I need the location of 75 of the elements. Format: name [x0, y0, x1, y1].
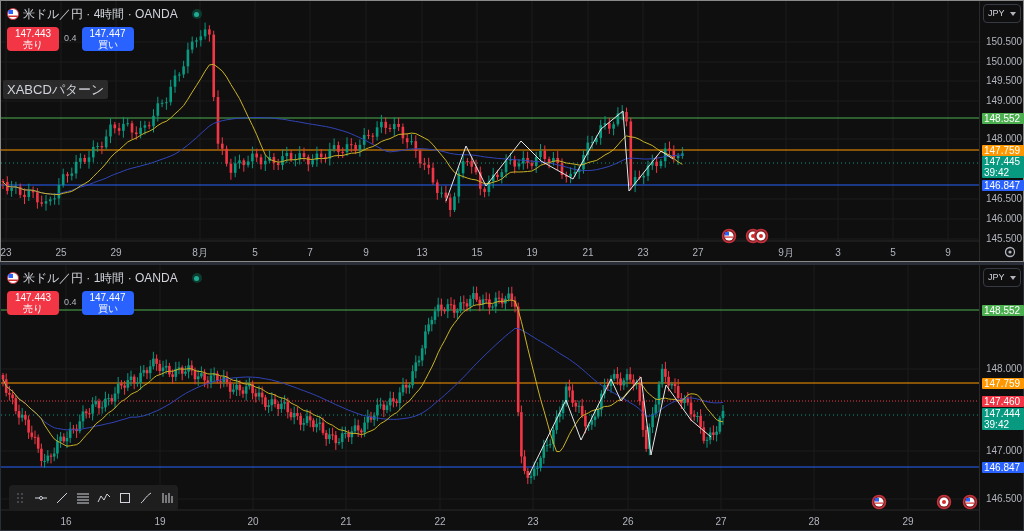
flag-icon — [7, 272, 19, 284]
time-label: 21 — [582, 246, 594, 260]
sell-button[interactable]: 147.443 売り — [7, 27, 59, 51]
countdown-timer: 39:42 — [984, 419, 1011, 430]
settings-icon[interactable] — [1004, 246, 1016, 258]
time-label: 21 — [340, 515, 352, 529]
spread-value: 0.4 — [64, 32, 77, 46]
trend-line-icon[interactable] — [55, 491, 69, 505]
time-label: 20 — [247, 515, 259, 529]
countdown-timer: 39:42 — [984, 167, 1011, 178]
time-label: 15 — [471, 246, 483, 260]
time-label: 13 — [416, 246, 428, 260]
flag-icon — [871, 494, 887, 510]
time-label: 22 — [434, 515, 446, 529]
price-label: 146.500 — [986, 493, 1023, 505]
time-label: 19 — [154, 515, 166, 529]
time-label: 9 — [363, 246, 369, 260]
time-label: 5 — [252, 246, 258, 260]
price-tag: 147.759 — [982, 145, 1024, 156]
price-label: 150.500 — [986, 36, 1023, 48]
time-label: 25 — [55, 246, 67, 260]
price-label: 146.500 — [986, 193, 1023, 205]
price-label: 146.000 — [986, 213, 1023, 225]
time-label: 23 — [0, 246, 12, 260]
current-price: 147.444 — [984, 408, 1022, 419]
caret-icon — [1010, 275, 1016, 280]
time-label: 5 — [890, 246, 896, 260]
price-label: 148.000 — [986, 363, 1023, 375]
time-label: 8月 — [192, 246, 208, 260]
price-label: 150.000 — [986, 56, 1023, 68]
price-tag: 148.552 — [982, 113, 1024, 124]
parallel-lines-icon[interactable] — [76, 491, 90, 505]
flag-icon — [7, 8, 19, 20]
target-icon — [753, 228, 769, 244]
pattern-icon[interactable] — [97, 491, 111, 505]
time-label: 26 — [622, 515, 634, 529]
target-icon — [936, 494, 952, 510]
currency-dropdown[interactable]: JPY — [983, 268, 1021, 287]
price-tag: 146.847 — [982, 462, 1024, 473]
time-label: 27 — [692, 246, 704, 260]
price-label: 149.000 — [986, 95, 1023, 107]
time-label: 19 — [526, 246, 538, 260]
time-label: 3 — [835, 246, 841, 260]
rectangle-icon[interactable] — [118, 491, 132, 505]
time-label: 23 — [637, 246, 649, 260]
price-label: 145.500 — [986, 233, 1023, 245]
time-label: 9 — [945, 246, 951, 260]
caret-icon — [1010, 11, 1016, 16]
price-tag: 147.759 — [982, 378, 1024, 389]
time-label: 23 — [527, 515, 539, 529]
price-tag: 146.847 — [982, 180, 1024, 191]
time-label: 7 — [307, 246, 313, 260]
indicator-bars-icon[interactable] — [160, 491, 174, 505]
time-label: 27 — [715, 515, 727, 529]
price-tag: 147.460 — [982, 396, 1024, 407]
time-label: 29 — [902, 515, 914, 529]
current-price: 147.445 — [984, 156, 1022, 167]
buy-button[interactable]: 147.447 買い — [81, 291, 134, 315]
buy-button[interactable]: 147.447 買い — [81, 27, 134, 51]
time-label: 28 — [808, 515, 820, 529]
flag-icon — [721, 228, 737, 244]
chart-title: 米ドル／円 · 4時間 · OANDA — [23, 6, 178, 23]
sell-button[interactable]: 147.443 売り — [7, 291, 59, 315]
price-label: 148.000 — [986, 133, 1023, 145]
time-label: 9月 — [778, 246, 794, 260]
currency-dropdown[interactable]: JPY — [983, 4, 1021, 23]
price-label: 149.500 — [986, 75, 1023, 87]
price-label: 147.000 — [986, 445, 1023, 457]
price-tag: 148.552 — [982, 305, 1024, 316]
time-label: 16 — [60, 515, 72, 529]
time-label: 29 — [110, 246, 122, 260]
spread-value: 0.4 — [64, 296, 77, 310]
flag-icon — [962, 494, 978, 510]
chart-title: 米ドル／円 · 1時間 · OANDA — [23, 270, 178, 287]
pattern-label: XABCDパターン — [3, 80, 108, 99]
